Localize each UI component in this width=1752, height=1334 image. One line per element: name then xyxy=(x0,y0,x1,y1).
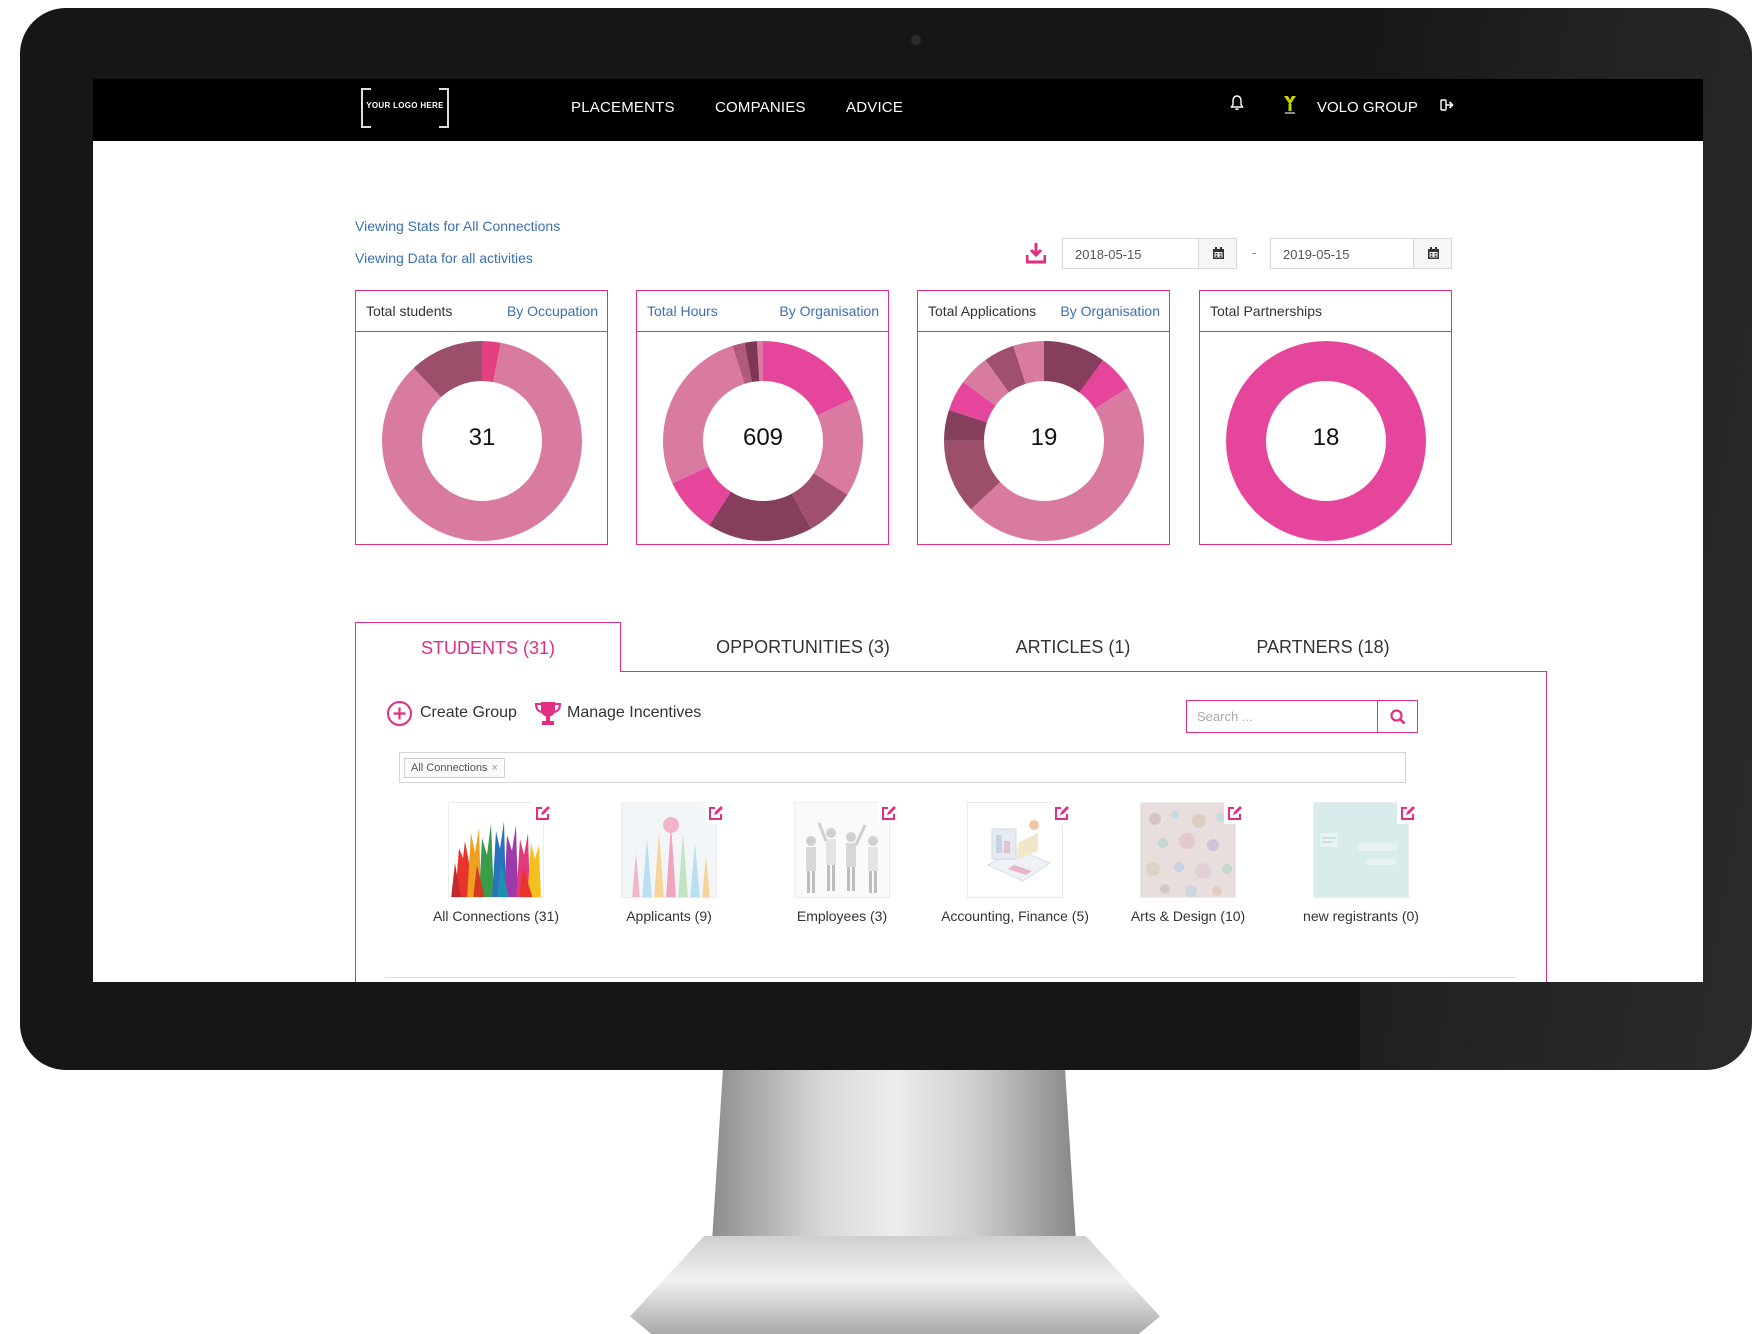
group-label: Employees (3) xyxy=(796,908,888,924)
group-image-accounting[interactable] xyxy=(967,802,1063,898)
edit-icon xyxy=(709,806,723,820)
filter-chip: All Connections × xyxy=(404,758,505,778)
top-nav: YOUR LOGO HERE PLACEMENTS COMPANIES ADVI… xyxy=(93,79,1703,141)
group-image-applicants[interactable] xyxy=(621,802,717,898)
group-image-new-registrants[interactable] xyxy=(1313,802,1409,898)
edit-group-button[interactable] xyxy=(532,802,554,824)
card-total-students: Total students By Occupation 31 xyxy=(355,290,608,545)
search-box xyxy=(1186,700,1418,733)
search-input[interactable] xyxy=(1187,701,1378,732)
logo-text: YOUR LOGO HERE xyxy=(366,101,444,110)
monitor-stand-neck xyxy=(712,1070,1076,1242)
card-breakdown-link[interactable]: By Occupation xyxy=(507,303,598,319)
logout-icon[interactable] xyxy=(1440,98,1454,116)
card-breakdown-link[interactable]: By Organisation xyxy=(1060,303,1160,319)
edit-group-button[interactable] xyxy=(705,802,727,824)
chip-remove-icon[interactable]: × xyxy=(491,762,497,774)
card-title: Total Applications xyxy=(928,303,1037,319)
edit-icon xyxy=(536,806,550,820)
tab-students[interactable]: STUDENTS (31) xyxy=(355,622,621,672)
card-header: Total Applications By Organisation xyxy=(918,291,1169,332)
tab-opportunities[interactable]: OPPORTUNITIES (3) xyxy=(668,622,938,672)
nav-link-advice[interactable]: ADVICE xyxy=(846,99,903,116)
edit-group-button[interactable] xyxy=(1051,802,1073,824)
edit-icon xyxy=(1401,806,1415,820)
card-total-partnerships: Total Partnerships 18 xyxy=(1199,290,1452,545)
donut-chart: 19 xyxy=(944,341,1144,541)
group-card-applicants[interactable]: Applicants (9) xyxy=(594,802,744,952)
monitor-stand-foot xyxy=(630,1236,1160,1334)
search-icon xyxy=(1390,709,1406,725)
group-label: All Connections (31) xyxy=(432,908,560,924)
group-card-arts-design[interactable]: Arts & Design (10) xyxy=(1113,802,1263,952)
group-image-arts[interactable] xyxy=(1140,802,1236,898)
group-image-employees[interactable] xyxy=(794,802,890,898)
viewing-data-link[interactable]: Viewing Data for all activities xyxy=(355,250,533,266)
group-filter-input[interactable]: All Connections × xyxy=(399,752,1406,783)
manage-incentives-label: Manage Incentives xyxy=(567,704,702,721)
download-icon[interactable] xyxy=(1025,242,1047,264)
edit-group-button[interactable] xyxy=(878,802,900,824)
user-name[interactable]: VOLO GROUP xyxy=(1317,99,1418,116)
search-button[interactable] xyxy=(1377,701,1417,732)
edit-icon xyxy=(1228,806,1242,820)
group-image-hands[interactable] xyxy=(448,802,544,898)
group-label: new registrants (0) xyxy=(1303,908,1419,924)
nav-link-placements[interactable]: PLACEMENTS xyxy=(571,99,675,116)
site-logo[interactable]: YOUR LOGO HERE xyxy=(361,88,449,128)
donut-total-value: 31 xyxy=(468,424,496,451)
card-title: Total Hours xyxy=(647,303,718,319)
calendar-icon xyxy=(1213,247,1224,259)
date-to-value: 2019-05-15 xyxy=(1283,247,1350,262)
calendar-icon xyxy=(1428,247,1439,259)
card-title: Total Partnerships xyxy=(1210,303,1323,319)
date-to-calendar-button[interactable] xyxy=(1413,239,1451,268)
edit-icon xyxy=(882,806,896,820)
group-card-employees[interactable]: Employees (3) xyxy=(767,802,917,952)
volo-logo-icon xyxy=(1282,94,1298,121)
card-header: Total students By Occupation xyxy=(356,291,607,332)
card-title: Total students xyxy=(366,303,453,319)
monitor-camera xyxy=(911,35,921,45)
tab-partners[interactable]: PARTNERS (18) xyxy=(1213,622,1433,672)
donut-chart: 31 xyxy=(382,341,582,541)
group-card-accounting-finance[interactable]: Accounting, Finance (5) xyxy=(940,802,1090,952)
group-label: Arts & Design (10) xyxy=(1130,908,1246,924)
card-total-applications: Total Applications By Organisation 19 xyxy=(917,290,1170,545)
group-card-all-connections[interactable]: All Connections (31) xyxy=(421,802,571,952)
viewing-stats-link[interactable]: Viewing Stats for All Connections xyxy=(355,218,560,234)
date-from-field[interactable]: 2018-05-15 xyxy=(1062,238,1237,269)
monitor-screen: YOUR LOGO HERE PLACEMENTS COMPANIES ADVI… xyxy=(93,79,1703,982)
donut-total-value: 18 xyxy=(1312,424,1340,451)
card-header: Total Hours By Organisation xyxy=(637,291,888,332)
date-separator: - xyxy=(1252,245,1257,260)
group-card-new-registrants[interactable]: new registrants (0) xyxy=(1286,802,1436,952)
create-group-label: Create Group xyxy=(420,704,517,721)
date-from-value: 2018-05-15 xyxy=(1075,247,1142,262)
section-divider xyxy=(385,977,1517,978)
tab-articles[interactable]: ARTICLES (1) xyxy=(963,622,1183,672)
edit-group-button[interactable] xyxy=(1224,802,1246,824)
edit-icon xyxy=(1055,806,1069,820)
filter-chip-label: All Connections xyxy=(411,762,488,774)
donut-chart: 18 xyxy=(1226,341,1426,541)
card-total-hours: Total Hours By Organisation 609 xyxy=(636,290,889,545)
donut-total-value: 19 xyxy=(1030,424,1058,451)
card-header: Total Partnerships xyxy=(1200,291,1451,332)
plus-circle-icon xyxy=(387,701,412,726)
donut-chart: 609 xyxy=(663,341,863,541)
group-label: Accounting, Finance (5) xyxy=(941,908,1089,924)
edit-group-button[interactable] xyxy=(1397,802,1419,824)
date-from-calendar-button[interactable] xyxy=(1198,239,1236,268)
date-to-field[interactable]: 2019-05-15 xyxy=(1270,238,1452,269)
group-label: Applicants (9) xyxy=(626,908,712,924)
donut-total-value: 609 xyxy=(742,424,784,451)
nav-link-companies[interactable]: COMPANIES xyxy=(715,99,806,116)
trophy-icon xyxy=(534,702,562,725)
bell-icon[interactable] xyxy=(1230,95,1244,116)
card-breakdown-link[interactable]: By Organisation xyxy=(779,303,879,319)
